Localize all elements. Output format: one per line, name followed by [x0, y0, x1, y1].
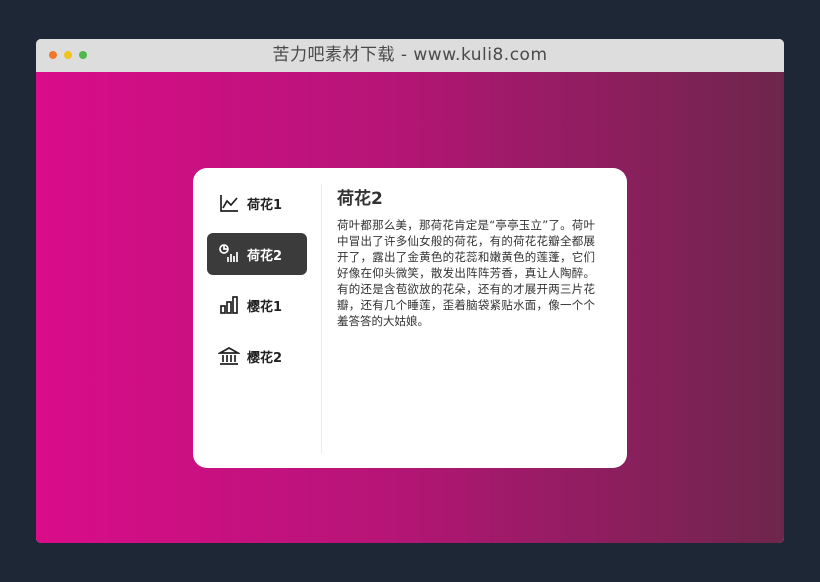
- window-title: 苦力吧素材下载 - www.kuli8.com: [272, 45, 548, 65]
- tab-card: 荷花1 荷花2 樱花1 樱花2 荷花2 荷叶都那么美，那荷花肯定是“亭亭玉立”了…: [193, 168, 627, 468]
- browser-window: 苦力吧素材下载 - www.kuli8.com 荷花1 荷花2 樱花1 樱花2 …: [36, 39, 784, 543]
- tab-list: 荷花1 荷花2 樱花1 樱花2: [207, 182, 307, 386]
- tab-sakura-1[interactable]: 樱花1: [207, 284, 307, 326]
- tab-sakura-2[interactable]: 樱花2: [207, 335, 307, 377]
- tab-lotus-1[interactable]: 荷花1: [207, 182, 307, 224]
- content-title: 荷花2: [337, 189, 383, 209]
- tab-label: 樱花1: [247, 299, 283, 315]
- tab-label: 樱花2: [247, 350, 283, 366]
- title-bar: 苦力吧素材下载 - www.kuli8.com: [36, 39, 784, 72]
- bar-chart-icon: [218, 294, 240, 316]
- bank-icon: [218, 345, 240, 367]
- pie-bar-chart-icon: [218, 243, 240, 265]
- tab-label: 荷花2: [247, 248, 283, 264]
- divider: [321, 184, 322, 454]
- tab-lotus-2[interactable]: 荷花2: [207, 233, 307, 275]
- content-text: 荷叶都那么美，那荷花肯定是“亭亭玉立”了。荷叶中冒出了许多仙女般的荷花，有的荷花…: [337, 218, 595, 328]
- page-viewport: 荷花1 荷花2 樱花1 樱花2 荷花2 荷叶都那么美，那荷花肯定是“亭亭玉立”了…: [36, 72, 784, 543]
- area-chart-icon: [218, 192, 240, 214]
- tab-label: 荷花1: [247, 197, 283, 213]
- tab-content-panel: 荷花2 荷叶都那么美，那荷花肯定是“亭亭玉立”了。荷叶中冒出了许多仙女般的荷花，…: [337, 184, 595, 329]
